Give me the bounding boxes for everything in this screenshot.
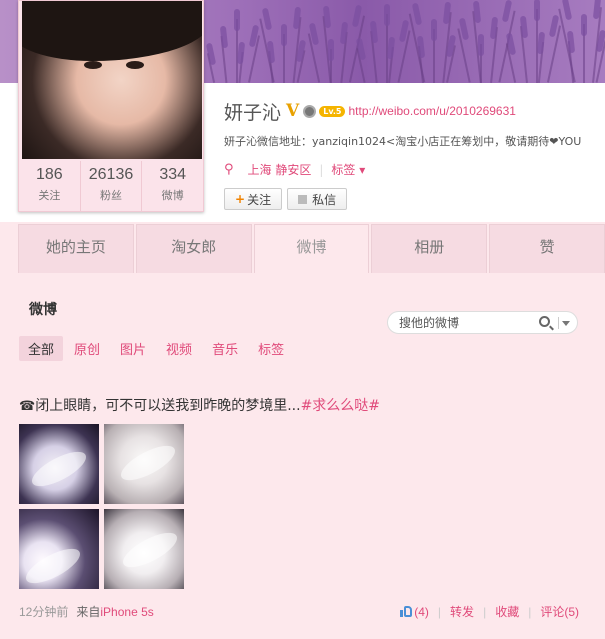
location-link[interactable]: 上海 静安区	[248, 161, 312, 178]
tags-dropdown[interactable]: 标签 ▾	[331, 161, 365, 178]
profile-header: 186 关注 26136 粉丝 334 微博 妍子沁 V Lv.5 http:/…	[0, 0, 605, 222]
message-button[interactable]: 私信	[287, 188, 348, 210]
lavender-flower	[236, 41, 246, 65]
verified-icon[interactable]: V	[286, 101, 299, 121]
post-source[interactable]: iPhone 5s	[100, 605, 153, 619]
post-image[interactable]	[19, 424, 99, 504]
avatar[interactable]	[22, 1, 202, 159]
lavender-flower	[339, 21, 349, 45]
profile-name: 妍子沁	[224, 101, 282, 124]
lavender-flower	[472, 0, 482, 24]
feed-search[interactable]: 搜他的微博	[387, 311, 578, 334]
divider: |	[319, 162, 324, 177]
location-pin-icon: ⚲	[224, 162, 234, 177]
level-badge[interactable]: Lv.5	[319, 105, 346, 117]
tab-likes[interactable]: 赞	[489, 224, 605, 273]
lavender-flower	[519, 15, 529, 39]
post-time[interactable]: 12分钟前	[19, 603, 68, 620]
profile-stats: 186 关注 26136 粉丝 334 微博	[19, 161, 203, 211]
divider: |	[528, 604, 532, 619]
lavender-flower	[534, 0, 540, 21]
post-body: 闭上眼睛，可不可以送我到昨晚的梦境里...	[35, 398, 301, 414]
post-actions: (4) | 转发 | 收藏 | 评论(5)	[400, 603, 579, 620]
from-label: 来自	[76, 605, 101, 619]
chevron-down-icon[interactable]	[562, 321, 570, 326]
lavender-flower	[261, 7, 273, 31]
tags-label: 标签	[331, 163, 356, 177]
tab-home[interactable]: 她的主页	[18, 224, 134, 273]
filter-tags[interactable]: 标签	[249, 336, 293, 361]
post-image[interactable]	[104, 424, 184, 504]
plus-icon: +	[235, 192, 246, 206]
lavender-flower	[369, 20, 379, 44]
feed-panel: 微博 搜他的微博 全部 原创 图片 视频 音乐 标签 ☎闭上眼睛，可不可以送我到…	[0, 273, 605, 639]
stat-followers[interactable]: 26136 粉丝	[81, 161, 143, 211]
lavender-flower	[478, 34, 484, 56]
avatar-card: 186 关注 26136 粉丝 334 微博	[18, 0, 204, 212]
lavender-flower	[431, 19, 437, 41]
post-image[interactable]	[104, 509, 184, 589]
profile-tabs: 她的主页 淘女郎 微博 相册 赞	[18, 224, 605, 273]
lavender-flower	[416, 35, 426, 59]
tab-taobao-model[interactable]: 淘女郎	[135, 224, 252, 273]
lavender-flower	[386, 36, 396, 60]
follow-label: 关注	[247, 192, 272, 207]
search-icon[interactable]	[539, 316, 550, 327]
search-input[interactable]: 搜他的微博	[399, 314, 459, 331]
divider: |	[483, 604, 487, 619]
profile-info: 妍子沁 V Lv.5 http://weibo.com/u/2010269631…	[224, 98, 605, 210]
profile-url-link[interactable]: http://weibo.com/u/2010269631	[348, 104, 515, 118]
divider	[558, 317, 559, 329]
profile-description: 妍子沁微信地址：yanziqin1024<淘宝小店正在筹划中，敬请期待❤YOU	[224, 135, 582, 148]
like-icon[interactable]	[400, 606, 413, 617]
stat-value: 334	[159, 166, 187, 183]
lavender-flower	[536, 31, 546, 55]
stat-posts[interactable]: 334 微博	[142, 161, 203, 211]
like-count[interactable]: (4)	[414, 605, 429, 619]
lavender-flower	[561, 0, 573, 21]
filter-images[interactable]: 图片	[111, 336, 155, 361]
message-label: 私信	[312, 192, 337, 207]
feed-filters: 全部 原创 图片 视频 音乐 标签	[19, 336, 295, 361]
lavender-flower	[205, 42, 217, 66]
filter-all[interactable]: 全部	[19, 336, 64, 361]
stat-value: 186	[35, 166, 63, 183]
stat-value: 26136	[88, 166, 134, 183]
stat-label: 粉丝	[100, 189, 122, 202]
stat-following[interactable]: 186 关注	[19, 161, 81, 211]
lavender-flower	[281, 24, 287, 46]
medal-icon[interactable]	[303, 104, 317, 118]
comment-button[interactable]: 评论(5)	[540, 603, 579, 620]
lavender-flower	[566, 30, 576, 54]
lavender-flower	[411, 2, 423, 26]
tab-album[interactable]: 相册	[371, 224, 488, 273]
hashtag-link[interactable]: #求么么哒#	[301, 398, 380, 414]
lavender-flower	[322, 5, 332, 29]
lavender-flower	[328, 39, 334, 61]
post-text: ☎闭上眼睛，可不可以送我到昨晚的梦境里...#求么么哒#	[19, 395, 380, 415]
filter-original[interactable]: 原创	[65, 336, 109, 361]
filter-video[interactable]: 视频	[157, 336, 201, 361]
tab-weibo[interactable]: 微博	[253, 224, 370, 273]
repost-button[interactable]: 转发	[450, 603, 474, 620]
lavender-flower	[266, 40, 276, 64]
lavender-flower	[234, 9, 240, 31]
feed-title: 微博	[29, 302, 57, 318]
favorite-button[interactable]: 收藏	[495, 603, 519, 620]
envelope-icon	[298, 194, 308, 204]
lavender-flower	[581, 14, 587, 36]
phone-icon: ☎	[19, 399, 36, 414]
lavender-flower	[384, 4, 390, 26]
post-meta: 12分钟前 来自iPhone 5s	[19, 603, 154, 620]
follow-button[interactable]: + 关注	[224, 188, 283, 210]
filter-music[interactable]: 音乐	[203, 336, 247, 361]
lavender-flower	[219, 25, 229, 49]
divider: |	[437, 604, 442, 619]
post-image[interactable]	[19, 509, 99, 589]
stat-label: 关注	[38, 189, 61, 202]
stat-label: 微博	[161, 189, 184, 202]
